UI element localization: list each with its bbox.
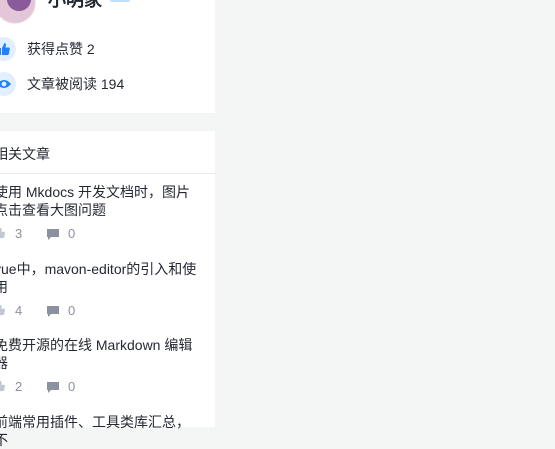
like-count: 4 bbox=[15, 303, 23, 318]
like-count: 2 bbox=[15, 379, 23, 394]
comment-count: 0 bbox=[68, 226, 76, 241]
related-articles-title: 相关文章 bbox=[0, 146, 50, 162]
article-meta: 3 0 bbox=[0, 225, 215, 243]
comment-icon bbox=[46, 381, 60, 396]
like-count: 3 bbox=[15, 226, 23, 241]
comment-icon bbox=[46, 305, 60, 320]
article-meta: 4 0 bbox=[0, 302, 215, 320]
author-name[interactable]: 小明家 bbox=[48, 0, 102, 12]
reads-stat-label: 文章被阅读 194 bbox=[27, 76, 125, 92]
article-title[interactable]: 免费开源的在线 Markdown 编辑器 bbox=[0, 336, 199, 372]
comment-count: 0 bbox=[68, 379, 76, 394]
avatar[interactable] bbox=[0, 0, 36, 24]
thumbs-up-icon bbox=[0, 227, 6, 242]
related-articles-card: 相关文章 使用 Mkdocs 开发文档时，图片点击查看大图问题 3 0 vue中… bbox=[0, 131, 215, 448]
likes-stat-label: 获得点赞 2 bbox=[27, 41, 95, 57]
thumbs-up-icon bbox=[0, 37, 16, 61]
thumbs-up-icon bbox=[0, 380, 6, 395]
comment-count: 0 bbox=[68, 303, 76, 318]
author-card: 小明家 获得点赞 2 文章被阅读 194 bbox=[0, 0, 215, 113]
eye-icon bbox=[0, 72, 16, 96]
divider bbox=[0, 173, 215, 174]
thumbs-up-icon bbox=[0, 304, 6, 319]
article-meta: 2 0 bbox=[0, 378, 215, 396]
article-title[interactable]: 前端常用插件、工具类库汇总，不 bbox=[0, 413, 199, 449]
level-badge bbox=[110, 0, 130, 2]
article-title[interactable]: vue中，mavon-editor的引入和使用 bbox=[0, 260, 199, 296]
article-title[interactable]: 使用 Mkdocs 开发文档时，图片点击查看大图问题 bbox=[0, 183, 199, 219]
comment-icon bbox=[46, 228, 60, 243]
